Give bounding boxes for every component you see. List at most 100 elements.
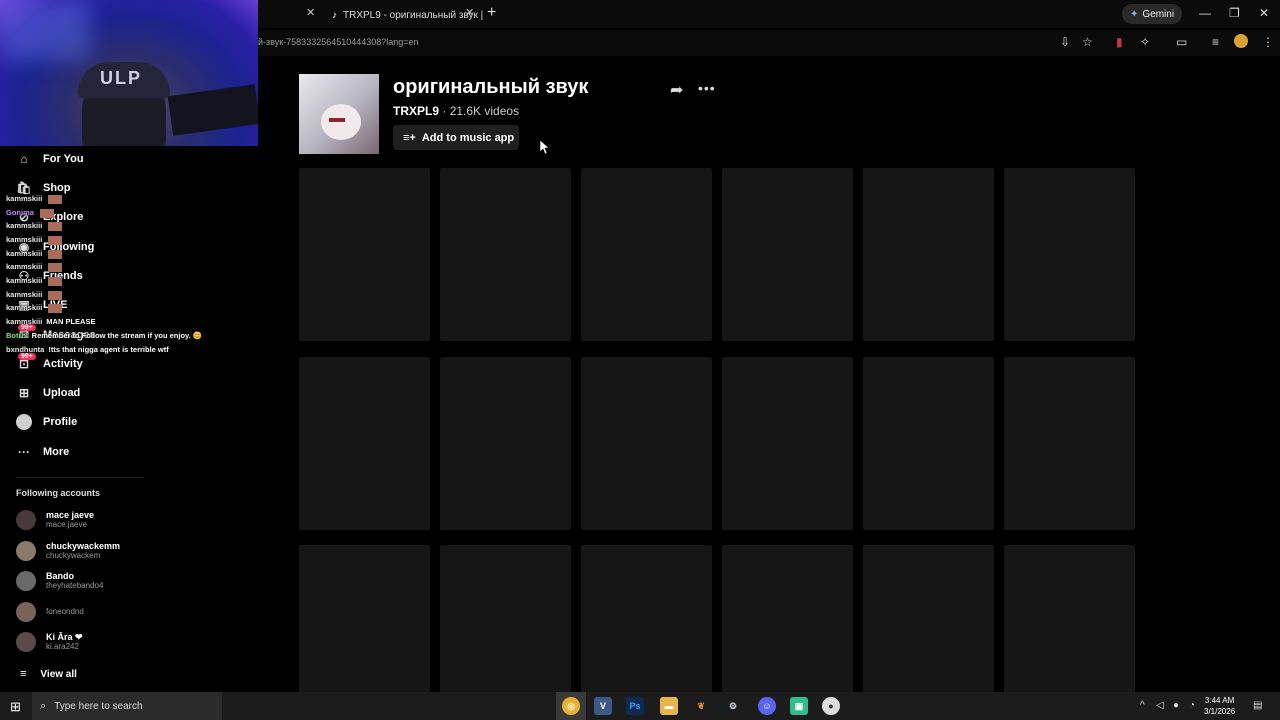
video-grid <box>299 168 1137 692</box>
fl-studio-icon[interactable]: ❦ <box>692 697 710 715</box>
chat-username: kammskiii <box>6 317 43 326</box>
tab-close-button[interactable]: ✕ <box>306 6 315 19</box>
chrome-profile-avatar[interactable] <box>1234 34 1248 48</box>
chrome-icon[interactable]: ◎ <box>562 697 580 715</box>
video-card-placeholder[interactable] <box>1004 168 1135 341</box>
sidebar-item-label: Activity <box>43 358 83 370</box>
account-item[interactable]: chuckywackemm chuckywackem <box>16 541 120 561</box>
close-window-button[interactable]: ✕ <box>1259 6 1269 20</box>
search-icon: ⌕ <box>40 699 47 712</box>
tray-chevron-icon[interactable]: ^ <box>1140 700 1145 711</box>
sound-cover-image[interactable] <box>299 74 379 154</box>
mic-icon[interactable]: ● <box>1173 700 1179 711</box>
share-icon[interactable]: ➦ <box>670 80 683 100</box>
video-card-placeholder[interactable] <box>722 545 853 692</box>
webcam-overlay: ULP <box>0 0 258 146</box>
url-field[interactable]: й-звук-7583332564510444308?lang=en <box>258 37 419 47</box>
video-card-placeholder[interactable] <box>440 357 571 530</box>
steam-icon[interactable]: ⚙ <box>724 697 742 715</box>
sidebar-item-label: Profile <box>43 416 78 428</box>
chat-username: bxndhunta <box>6 345 45 354</box>
chat-emote-icon <box>48 276 63 286</box>
chat-emote-icon <box>48 194 63 204</box>
chat-message: bxndhunta !tts that nigga agent is terrib… <box>6 345 169 354</box>
tab-close-button[interactable]: ✕ <box>465 6 474 19</box>
sidebar-item-more[interactable]: ··· More <box>16 444 69 460</box>
video-card-placeholder[interactable] <box>722 357 853 530</box>
taskbar-search[interactable]: ⌕ Type here to search <box>32 692 222 720</box>
account-item[interactable]: mace jaeve mace.jaeve <box>16 510 94 530</box>
app-v-icon[interactable]: V <box>594 697 612 715</box>
video-card-placeholder[interactable] <box>863 168 994 341</box>
chat-username: kammskiii <box>6 221 43 230</box>
gemini-label: Gemini <box>1142 8 1175 20</box>
restore-button[interactable]: ❐ <box>1229 6 1240 20</box>
video-card-placeholder[interactable] <box>1004 357 1135 530</box>
account-name: Ki Āra ❤ <box>46 632 83 642</box>
account-item[interactable]: Bando theyhatebando4 <box>16 571 103 591</box>
install-icon[interactable]: ⇩ <box>1060 35 1070 49</box>
sidebar-divider <box>16 477 144 478</box>
chat-username: kammskiii <box>6 290 43 299</box>
windows-start-icon[interactable]: ⊞ <box>10 699 21 715</box>
discord-icon[interactable]: ☺ <box>758 697 776 715</box>
obs-icon[interactable]: ● <box>822 697 840 715</box>
media-icon[interactable]: ≡ <box>1212 35 1219 49</box>
new-tab-button[interactable]: + <box>487 4 496 22</box>
chat-username: Botrix <box>6 331 28 340</box>
minimize-button[interactable]: — <box>1199 6 1211 20</box>
account-handle: ki.ara242 <box>46 642 79 651</box>
notifications-icon[interactable]: ▤ <box>1253 700 1262 711</box>
photoshop-icon[interactable]: Ps <box>626 697 644 715</box>
account-item[interactable]: foneondnd <box>16 602 84 622</box>
chrome-menu-icon[interactable]: ⋮ <box>1262 35 1274 49</box>
sidebar-item-label: Upload <box>43 387 81 399</box>
extensions-icon[interactable]: ✧ <box>1140 35 1150 49</box>
chat-username: kammskiii <box>6 303 43 312</box>
add-to-music-app-button[interactable]: ≡+ Add to music app <box>393 125 519 150</box>
account-handle: mace.jaeve <box>46 520 87 529</box>
video-card-placeholder[interactable] <box>722 168 853 341</box>
sidepanel-icon[interactable]: ▭ <box>1176 35 1187 49</box>
video-card-placeholder[interactable] <box>863 357 994 530</box>
record-icon[interactable]: ▮ <box>1116 35 1123 49</box>
app-green-icon[interactable]: ▣ <box>790 697 808 715</box>
video-card-placeholder[interactable] <box>440 545 571 692</box>
tab-tiktok[interactable]: ♪ TRXPL9 - оригинальный звук | <box>332 4 483 26</box>
chat-message: kammskiii <box>6 290 63 300</box>
view-all-button[interactable]: ≡ View all <box>20 668 77 680</box>
volume-icon[interactable]: ◁ <box>1156 700 1164 711</box>
video-card-placeholder[interactable] <box>863 545 994 692</box>
video-card-placeholder[interactable] <box>440 168 571 341</box>
account-item[interactable]: Ki Āra ❤ ki.ara242 <box>16 632 83 652</box>
more-options-icon[interactable]: ••• <box>698 80 716 96</box>
account-handle: theyhatebando4 <box>46 581 104 590</box>
video-card-placeholder[interactable] <box>1004 545 1135 692</box>
chat-message: Botrix Remember to Follow the stream if y… <box>6 331 202 340</box>
tab-title: TRXPL9 - оригинальный звук | <box>343 9 484 21</box>
sidebar-item-profile[interactable]: Profile <box>16 414 77 430</box>
file-explorer-icon[interactable]: ▬ <box>660 697 678 715</box>
upload-icon: ⊞ <box>18 386 30 400</box>
video-card-placeholder[interactable] <box>299 357 430 530</box>
video-card-placeholder[interactable] <box>581 168 712 341</box>
sidebar-item-for-you[interactable]: ⌂ For You <box>16 151 83 167</box>
avatar <box>16 602 36 622</box>
bookmark-star-icon[interactable]: ☆ <box>1082 35 1093 49</box>
video-card-placeholder[interactable] <box>581 545 712 692</box>
video-card-placeholder[interactable] <box>581 357 712 530</box>
chat-message: kammskiii <box>6 262 63 272</box>
system-clock[interactable]: 3:44 AM 3/1/2026 <box>1204 695 1235 717</box>
home-icon: ⌂ <box>20 152 28 166</box>
video-card-placeholder[interactable] <box>299 168 430 341</box>
chat-username: kammskiii <box>6 249 43 258</box>
clock-time: 3:44 AM <box>1204 696 1235 705</box>
gemini-button[interactable]: ✦ Gemini <box>1122 4 1183 24</box>
cover-face <box>321 104 361 140</box>
chat-emote-icon <box>48 303 63 313</box>
network-icon[interactable]: ◔ <box>1189 700 1195 711</box>
sound-author-link[interactable]: TRXPL9 <box>393 104 439 118</box>
sidebar-item-upload[interactable]: ⊞ Upload <box>16 385 80 401</box>
video-card-placeholder[interactable] <box>299 545 430 692</box>
chat-text: !tts that nigga agent is terrible wtf <box>48 345 169 354</box>
